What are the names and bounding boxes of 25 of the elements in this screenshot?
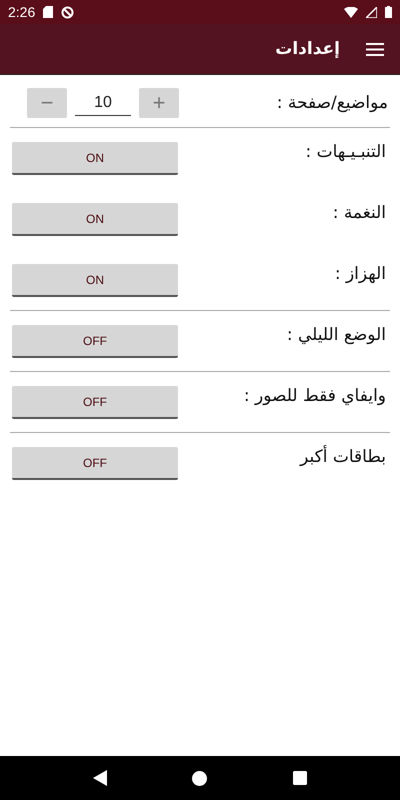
setting-label: بطاقات أكبر <box>300 447 387 467</box>
screen-title: إعدادات <box>275 39 340 59</box>
status-time: 2:26 <box>8 4 36 20</box>
setting-label: الهزاز : <box>334 264 387 284</box>
wifi-icon <box>344 6 358 18</box>
home-icon[interactable] <box>192 770 208 786</box>
blocked-icon <box>61 6 74 18</box>
count-field[interactable]: 10 <box>75 90 131 116</box>
toggle-button[interactable]: OFF <box>12 447 178 480</box>
setting-label: وايفاي فقط للصور : <box>244 386 387 406</box>
menu-icon[interactable] <box>366 42 384 56</box>
toggle-button[interactable]: ON <box>12 203 178 236</box>
sd-card-icon <box>43 6 54 18</box>
toggle-button[interactable]: OFF <box>12 325 178 358</box>
signal-icon <box>366 6 377 18</box>
battery-icon <box>385 6 392 18</box>
recents-icon[interactable] <box>293 771 308 785</box>
back-icon[interactable] <box>92 770 107 786</box>
setting-label: النغمة : <box>332 203 387 223</box>
toggle-button[interactable]: OFF <box>12 386 178 419</box>
setting-label: التنبـيـهات : <box>305 142 387 162</box>
setting-label: الوضع الليلي : <box>286 325 387 345</box>
toggle-button[interactable]: ON <box>12 142 178 175</box>
toggle-button[interactable]: ON <box>12 264 178 297</box>
setting-label: مواضيع/صفحة : <box>276 93 389 113</box>
